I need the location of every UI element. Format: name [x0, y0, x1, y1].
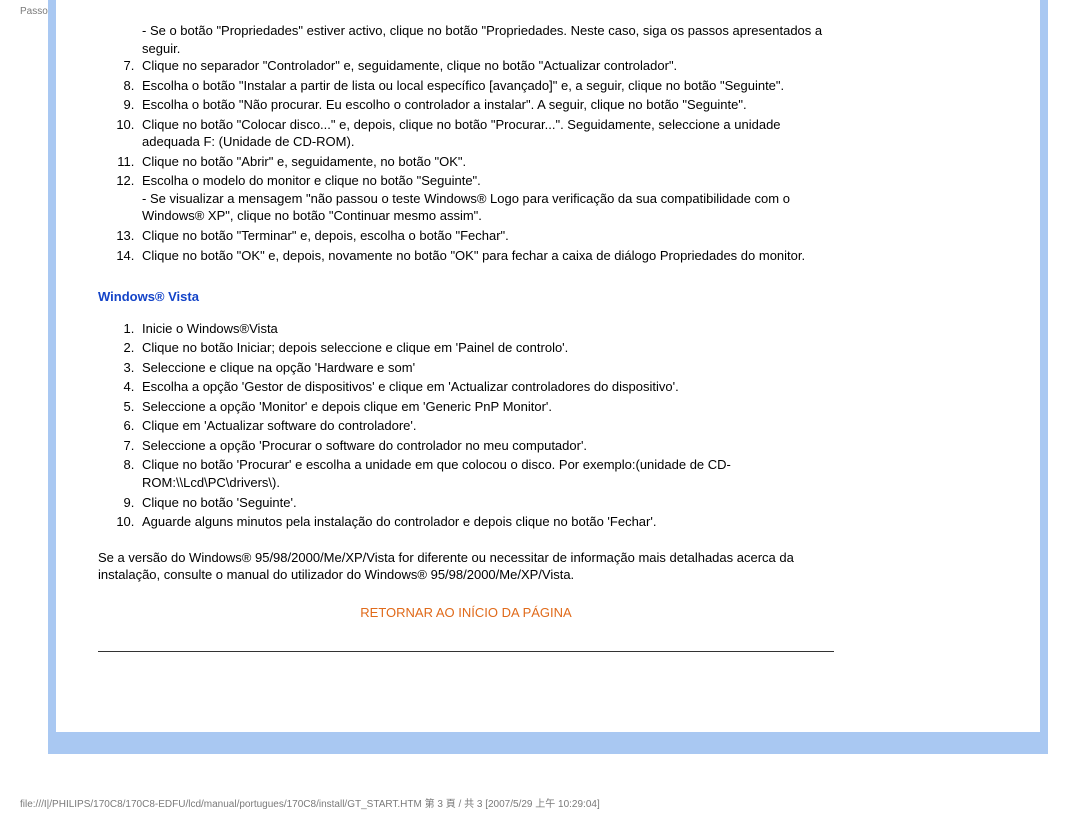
closing-paragraph: Se a versão do Windows® 95/98/2000/Me/XP… [98, 549, 834, 584]
outer-frame: - Se o botão "Propriedades" estiver acti… [48, 0, 1048, 754]
list-item: Escolha o modelo do monitor e clique no … [138, 172, 834, 225]
list-item: Seleccione a opção 'Procurar o software … [138, 437, 834, 455]
list-sub-line: - Se visualizar a mensagem "não passou o… [142, 190, 834, 225]
list-item: Clique no botão "Colocar disco..." e, de… [138, 116, 834, 151]
list-item: Clique no botão Iniciar; depois seleccio… [138, 339, 834, 357]
list-item: Escolha a opção 'Gestor de dispositivos'… [138, 378, 834, 396]
list-item: Aguarde alguns minutos pela instalação d… [138, 513, 834, 531]
footer-path: file:///I|/PHILIPS/170C8/170C8-EDFU/lcd/… [20, 795, 600, 810]
list-item: Clique no botão 'Seguinte'. [138, 494, 834, 512]
list-item: Escolha o botão "Não procurar. Eu escolh… [138, 96, 834, 114]
return-top-link[interactable]: RETORNAR AO INÍCIO DA PÁGINA [98, 604, 834, 622]
list-item: Clique em 'Actualizar software do contro… [138, 417, 834, 435]
page-sheet: - Se o botão "Propriedades" estiver acti… [56, 0, 1040, 732]
list-item: Clique no botão "Terminar" e, depois, es… [138, 227, 834, 245]
list-item: Seleccione e clique na opção 'Hardware e… [138, 359, 834, 377]
list-item: Clique no botão "Abrir" e, seguidamente,… [138, 153, 834, 171]
list-item: Clique no botão 'Procurar' e escolha a u… [138, 456, 834, 491]
list-pre-line: - Se o botão "Propriedades" estiver acti… [142, 22, 834, 57]
section-title-vista: Windows® Vista [98, 288, 834, 306]
instructions-list-xp: Clique no separador "Controlador" e, seg… [98, 57, 834, 264]
return-top-anchor[interactable]: RETORNAR AO INÍCIO DA PÁGINA [360, 605, 571, 620]
instructions-list-vista: Inicie o Windows®VistaClique no botão In… [98, 320, 834, 531]
content-area: - Se o botão "Propriedades" estiver acti… [56, 0, 876, 671]
list-item: Escolha o botão "Instalar a partir de li… [138, 77, 834, 95]
list-item: Clique no separador "Controlador" e, seg… [138, 57, 834, 75]
list-item: Seleccione a opção 'Monitor' e depois cl… [138, 398, 834, 416]
divider [98, 651, 834, 652]
list-item: Clique no botão "OK" e, depois, novament… [138, 247, 834, 265]
list-item: Inicie o Windows®Vista [138, 320, 834, 338]
